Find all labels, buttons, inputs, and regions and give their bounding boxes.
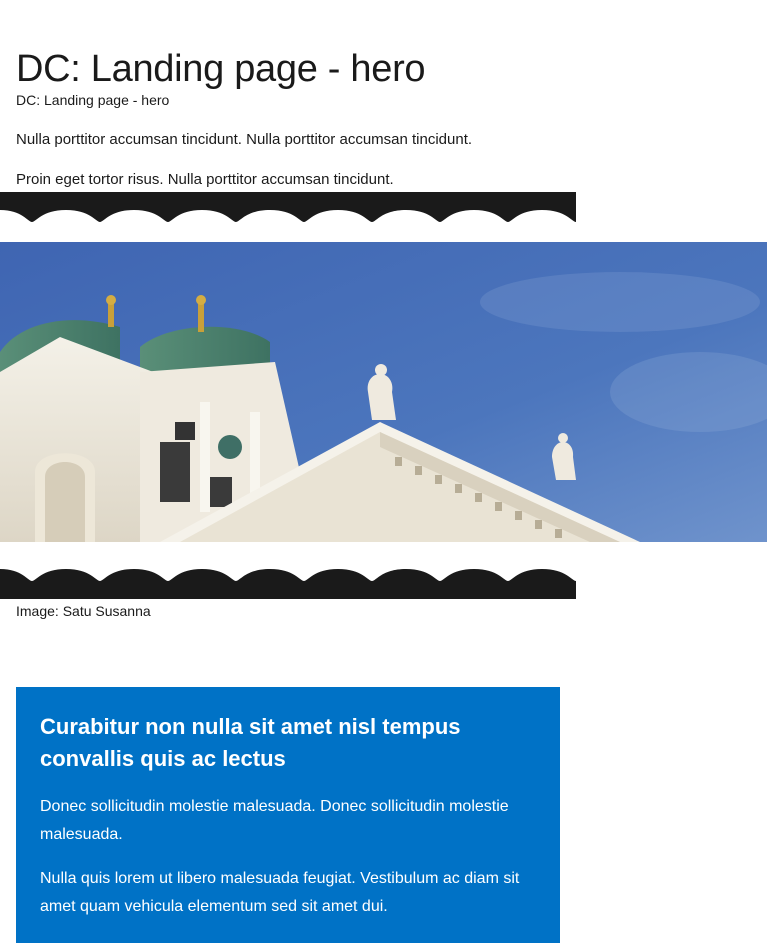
wave-divider-top [0, 192, 576, 222]
page-title: DC: Landing page - hero [16, 48, 426, 90]
info-box-heading: Curabitur non nulla sit amet nisl tempus… [40, 714, 461, 771]
page-subtitle: DC: Landing page - hero [16, 92, 170, 108]
hero-image [0, 242, 767, 542]
info-highlight-box: Curabitur non nulla sit amet nisl tempus… [16, 687, 560, 943]
image-caption: Image: Satu Susanna [16, 603, 151, 619]
intro-paragraph-2: Proin eget tortor risus. Nulla porttitor… [16, 171, 394, 188]
info-box-paragraph-1: Donec sollicitudin molestie malesuada. D… [40, 798, 509, 843]
intro-paragraph-1: Nulla porttitor accumsan tincidunt. Null… [16, 131, 473, 148]
info-box-paragraph-2: Nulla quis lorem ut libero malesuada feu… [40, 870, 520, 915]
wave-divider-bottom [0, 569, 576, 599]
